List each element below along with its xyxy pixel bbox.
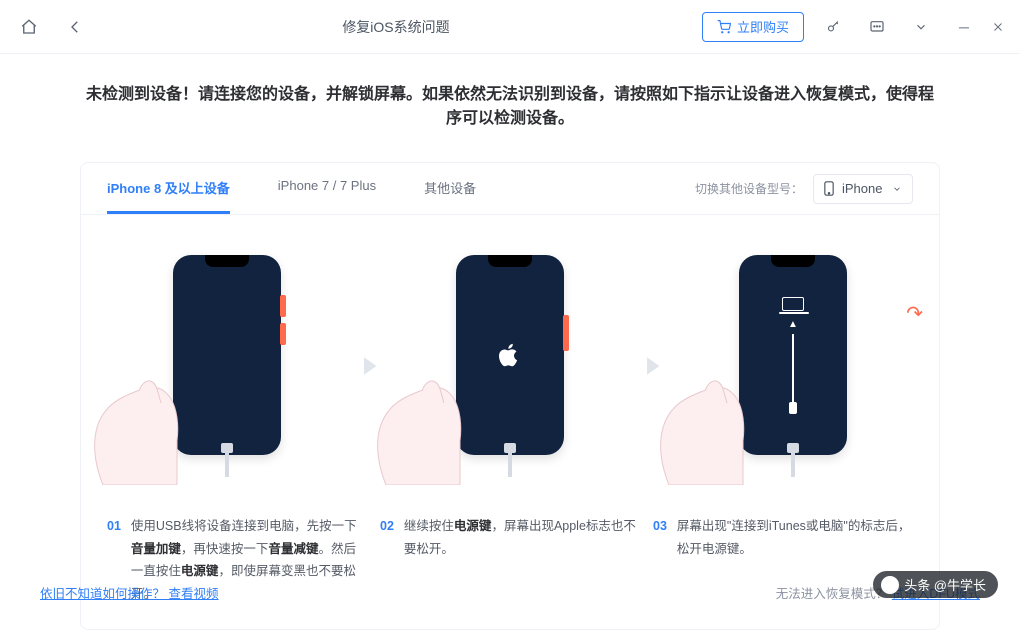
close-button[interactable] bbox=[990, 21, 1006, 33]
step-2-illustration bbox=[390, 255, 630, 485]
watermark-avatar-icon bbox=[881, 576, 899, 594]
phone-icon bbox=[824, 181, 834, 196]
back-icon[interactable] bbox=[60, 12, 90, 42]
minimize-button[interactable]: ─ bbox=[956, 19, 972, 35]
buy-label: 立即购买 bbox=[737, 17, 789, 36]
cart-icon bbox=[717, 20, 731, 34]
device-tabbar: iPhone 8 及以上设备 iPhone 7 / 7 Plus 其他设备 切换… bbox=[81, 163, 939, 215]
home-icon[interactable] bbox=[14, 12, 44, 42]
footer-left: 依旧不知道如何操作？ 查看视频 bbox=[40, 583, 219, 602]
feedback-icon[interactable] bbox=[862, 12, 892, 42]
step-3-illustration: ▲ ↷ bbox=[673, 255, 913, 485]
step-1-illustration bbox=[107, 255, 347, 485]
instructions-panel: iPhone 8 及以上设备 iPhone 7 / 7 Plus 其他设备 切换… bbox=[80, 162, 940, 630]
key-icon[interactable] bbox=[818, 12, 848, 42]
device-model-select[interactable]: iPhone bbox=[813, 174, 913, 204]
menu-chevron-icon[interactable] bbox=[906, 12, 936, 42]
tab-other[interactable]: 其他设备 bbox=[424, 164, 476, 214]
tab-iphone7[interactable]: iPhone 7 / 7 Plus bbox=[278, 164, 376, 214]
apple-logo-icon bbox=[499, 342, 521, 368]
window-title: 修复iOS系统问题 bbox=[90, 17, 702, 37]
titlebar: 修复iOS系统问题 立即购买 ─ bbox=[0, 0, 1020, 54]
help-video-link[interactable]: 依旧不知道如何操作？ 查看视频 bbox=[40, 587, 219, 601]
chevron-down-icon bbox=[892, 184, 902, 194]
laptop-icon bbox=[782, 297, 804, 311]
tab-iphone8-plus[interactable]: iPhone 8 及以上设备 bbox=[107, 164, 230, 214]
switch-model-label: 切换其他设备型号： bbox=[695, 180, 803, 197]
watermark: 头条 @牛学长 bbox=[873, 571, 998, 598]
buy-now-button[interactable]: 立即购买 bbox=[702, 12, 804, 42]
headline: 未检测到设备！请连接您的设备，并解锁屏幕。如果依然无法识别到设备，请按照如下指示… bbox=[80, 80, 940, 128]
selected-model: iPhone bbox=[842, 181, 882, 196]
